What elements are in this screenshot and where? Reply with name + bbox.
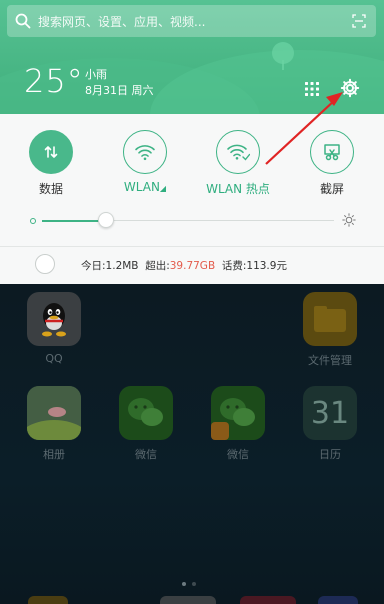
search-placeholder: 搜索网页、设置、应用、视频...	[38, 15, 206, 29]
gear-icon[interactable]	[340, 78, 360, 98]
photo-album-icon	[27, 386, 81, 440]
app-label: QQ	[45, 352, 63, 365]
tile-hotspot[interactable]: WLAN 热点	[198, 130, 278, 197]
tile-label: 截屏	[319, 182, 344, 196]
data-usage-row[interactable]: 今日:1.2MB 超出:39.77GB 话费:113.9元	[0, 248, 384, 284]
wifi-icon	[135, 145, 155, 161]
wechat-icon	[211, 386, 265, 440]
dock-app-hint	[240, 596, 296, 604]
app-label: 微信	[135, 448, 157, 461]
tile-label: 数据	[38, 182, 63, 196]
temperature: 25°	[24, 62, 84, 100]
app-wechat[interactable]: 微信	[116, 386, 176, 462]
weather-header: 搜索网页、设置、应用、视频... 25° 小雨 8月31日 周六	[0, 0, 384, 114]
weather-condition: 小雨	[85, 68, 107, 81]
brightness-low-icon	[30, 218, 36, 224]
app-file-manager[interactable]: 文件管理	[300, 292, 360, 368]
app-label: 文件管理	[308, 354, 352, 367]
brightness-high-icon	[342, 213, 356, 227]
app-wechat-clone[interactable]: 微信	[208, 386, 268, 462]
usage-text: 今日:1.2MB 超出:39.77GB 话费:113.9元	[81, 260, 287, 272]
scan-icon[interactable]	[352, 14, 366, 28]
dock-app-hint	[318, 596, 358, 604]
app-label: 日历	[319, 448, 341, 461]
scissors-icon	[324, 144, 340, 161]
screenshot-toggle[interactable]	[310, 130, 354, 174]
tile-label: WLAN 热点	[206, 182, 270, 196]
page-dot	[192, 582, 196, 586]
app-album[interactable]: 相册	[24, 386, 84, 462]
dock-app-hint	[28, 596, 68, 604]
calendar-icon: 31	[303, 386, 357, 440]
wlan-toggle[interactable]	[123, 130, 167, 174]
tile-label: WLAN◢	[123, 180, 167, 194]
divider	[0, 246, 384, 247]
quick-settings-panel: 数据 WLAN◢ WLAN 热点 截屏 今日:1.2MB 超出:39.77GB …	[0, 114, 384, 284]
hotspot-icon	[227, 144, 250, 161]
tile-mobile-data[interactable]: 数据	[11, 130, 91, 197]
page-indicator	[182, 571, 202, 586]
app-qq[interactable]: QQ	[24, 292, 84, 365]
app-label: 微信	[227, 448, 249, 461]
brightness-fill	[42, 220, 107, 222]
page-dot	[182, 582, 186, 586]
mobile-data-toggle[interactable]	[29, 130, 73, 174]
dock-app-hint	[160, 596, 216, 604]
brightness-thumb[interactable]	[98, 212, 115, 228]
folder-icon	[303, 292, 357, 346]
qq-icon	[27, 292, 81, 346]
data-arrows-icon	[44, 146, 58, 158]
apps-grid-icon[interactable]	[304, 81, 320, 97]
hotspot-toggle[interactable]	[216, 130, 260, 174]
clone-badge-icon	[211, 422, 229, 440]
usage-ring-icon	[35, 254, 55, 274]
search-icon	[15, 13, 31, 29]
tile-wlan[interactable]: WLAN◢	[105, 130, 185, 194]
tile-screenshot[interactable]: 截屏	[292, 130, 372, 197]
app-calendar[interactable]: 31 日历	[300, 386, 360, 462]
weather-date: 8月31日 周六	[85, 84, 154, 97]
app-label: 相册	[43, 448, 65, 461]
brightness-slider[interactable]	[30, 212, 360, 228]
tree-decoration	[282, 60, 284, 70]
wechat-icon	[119, 386, 173, 440]
search-bar[interactable]: 搜索网页、设置、应用、视频...	[7, 5, 376, 37]
